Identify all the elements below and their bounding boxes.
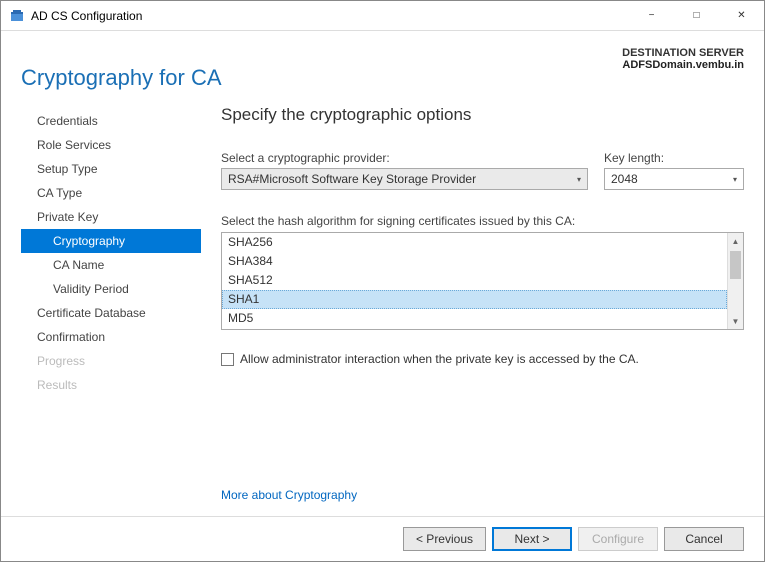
destination-server-block: DESTINATION SERVER ADFSDomain.vembu.in: [622, 43, 744, 71]
hash-item-sha1[interactable]: SHA1: [222, 290, 727, 309]
content-title: Specify the cryptographic options: [221, 105, 744, 125]
chevron-down-icon: ▾: [733, 175, 737, 184]
sidebar-item-results: Results: [21, 373, 201, 397]
keylength-select[interactable]: 2048 ▾: [604, 168, 744, 190]
keylength-col: Key length: 2048 ▾: [604, 151, 744, 190]
sidebar-item-role-services[interactable]: Role Services: [21, 133, 201, 157]
maximize-button[interactable]: □: [674, 1, 719, 30]
hash-listbox-scrollbar[interactable]: ▲ ▼: [727, 233, 743, 329]
destination-server-value: ADFSDomain.vembu.in: [622, 59, 744, 71]
keylength-label: Key length:: [604, 151, 744, 165]
hash-listbox-items: SHA256 SHA384 SHA512 SHA1 MD5: [222, 233, 727, 329]
window-controls: − □ ✕: [629, 1, 764, 30]
hash-item-sha256[interactable]: SHA256: [222, 233, 727, 252]
close-button[interactable]: ✕: [719, 1, 764, 30]
hash-item-md5[interactable]: MD5: [222, 309, 727, 328]
titlebar: AD CS Configuration − □ ✕: [1, 1, 764, 31]
sidebar-item-cryptography[interactable]: Cryptography: [21, 229, 201, 253]
sidebar-item-ca-name[interactable]: CA Name: [21, 253, 201, 277]
hash-item-sha384[interactable]: SHA384: [222, 252, 727, 271]
sidebar-item-confirmation[interactable]: Confirmation: [21, 325, 201, 349]
scrollbar-down-icon[interactable]: ▼: [728, 313, 743, 329]
page-heading: Cryptography for CA: [21, 43, 622, 91]
footer: < Previous Next > Configure Cancel: [1, 516, 764, 561]
hash-label: Select the hash algorithm for signing ce…: [221, 214, 744, 228]
sidebar-item-private-key[interactable]: Private Key: [21, 205, 201, 229]
sidebar-item-certificate-database[interactable]: Certificate Database: [21, 301, 201, 325]
content-pane: Specify the cryptographic options Select…: [201, 105, 744, 506]
cancel-button[interactable]: Cancel: [664, 527, 744, 551]
destination-server-label: DESTINATION SERVER: [622, 47, 744, 59]
previous-button[interactable]: < Previous: [403, 527, 486, 551]
sidebar-item-setup-type[interactable]: Setup Type: [21, 157, 201, 181]
body: Credentials Role Services Setup Type CA …: [1, 99, 764, 516]
sidebar-item-ca-type[interactable]: CA Type: [21, 181, 201, 205]
allow-admin-label: Allow administrator interaction when the…: [240, 352, 639, 366]
minimize-button[interactable]: −: [629, 1, 674, 30]
sidebar-item-credentials[interactable]: Credentials: [21, 109, 201, 133]
app-icon: [9, 8, 25, 24]
provider-select[interactable]: RSA#Microsoft Software Key Storage Provi…: [221, 168, 588, 190]
chevron-down-icon: ▾: [577, 175, 581, 184]
provider-keylength-row: Select a cryptographic provider: RSA#Mic…: [221, 151, 744, 190]
hash-listbox[interactable]: SHA256 SHA384 SHA512 SHA1 MD5 ▲ ▼: [221, 232, 744, 330]
header-row: Cryptography for CA DESTINATION SERVER A…: [1, 31, 764, 99]
next-button[interactable]: Next >: [492, 527, 572, 551]
wizard-sidebar: Credentials Role Services Setup Type CA …: [21, 105, 201, 506]
keylength-select-value: 2048: [611, 172, 733, 186]
scrollbar-thumb[interactable]: [730, 251, 741, 279]
allow-admin-checkbox[interactable]: [221, 353, 234, 366]
scrollbar-up-icon[interactable]: ▲: [728, 233, 743, 249]
sidebar-item-progress: Progress: [21, 349, 201, 373]
sidebar-item-validity-period[interactable]: Validity Period: [21, 277, 201, 301]
allow-admin-row[interactable]: Allow administrator interaction when the…: [221, 352, 744, 366]
provider-col: Select a cryptographic provider: RSA#Mic…: [221, 151, 588, 190]
window-title: AD CS Configuration: [31, 9, 629, 23]
hash-item-sha512[interactable]: SHA512: [222, 271, 727, 290]
provider-select-value: RSA#Microsoft Software Key Storage Provi…: [228, 172, 577, 186]
provider-label: Select a cryptographic provider:: [221, 151, 588, 165]
more-about-cryptography-link[interactable]: More about Cryptography: [221, 488, 744, 502]
window-frame: AD CS Configuration − □ ✕ Cryptography f…: [0, 0, 765, 562]
configure-button: Configure: [578, 527, 658, 551]
